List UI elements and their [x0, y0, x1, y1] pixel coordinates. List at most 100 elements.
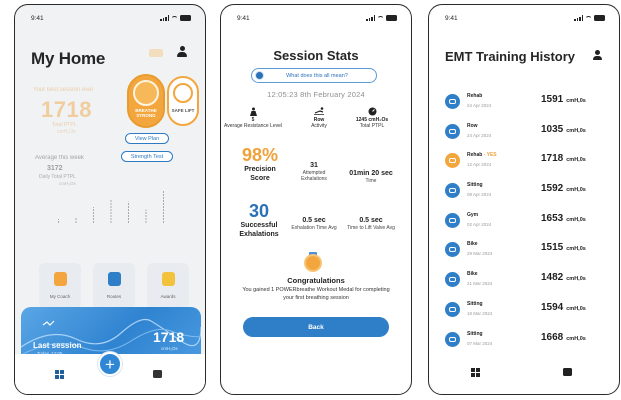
last-session-label: Last session — [33, 341, 82, 350]
shortcut-tiles: My Coach Routes Awards — [39, 263, 189, 309]
session-date: 08 Apr 2024 — [467, 192, 492, 198]
attempted-label: Attempted Exhalations — [301, 170, 327, 182]
time-stat: 01min 20 sec Time — [343, 169, 399, 184]
average-unit: cmH₂Os — [59, 181, 76, 186]
tile-label: My Coach — [49, 294, 71, 299]
session-date: 18 Mar 2024 — [467, 310, 493, 316]
history-row[interactable]: Bike 29 Mar 2024 1515 cmH,0s — [445, 238, 605, 268]
safe-lift-medal[interactable]: SAFE LIFT — [167, 76, 199, 126]
history-row[interactable]: Row 24 Apr 2024 1035 cmH,0s — [445, 120, 605, 150]
session-value: 1594 cmH,0s — [541, 301, 586, 313]
activity-name: Row — [467, 122, 478, 129]
history-row[interactable]: Rehab 24 Apr 2024 1591 cmH,0s — [445, 90, 605, 120]
bottom-nav — [429, 358, 619, 394]
average-label: Average this week — [35, 155, 84, 161]
bottom-nav: + — [15, 352, 205, 394]
successful-value: 30 — [248, 201, 270, 221]
exhalation-time-label: Exhalation Time Avg — [291, 225, 337, 231]
history-row[interactable]: Sitting 08 Apr 2024 1592 cmH,0s — [445, 179, 605, 209]
time-value: 01min 20 sec — [349, 170, 393, 177]
view-plan-button[interactable]: View Plan — [125, 133, 169, 144]
activity-name: Sitting — [467, 300, 483, 307]
session-value: 1668 cmH,0s — [541, 331, 586, 343]
shop-icon[interactable] — [563, 368, 572, 376]
resistance-metric: 5 Average Resistance Level — [223, 106, 283, 129]
tile-awards[interactable]: Awards — [147, 263, 189, 309]
exhalation-time-value: 0.5 sec — [302, 217, 326, 224]
back-button[interactable]: Back — [243, 317, 389, 337]
battery-icon — [386, 15, 397, 21]
history-row[interactable]: Sitting 18 Mar 2024 1594 cmH,0s — [445, 298, 605, 328]
activity-name: Sitting — [467, 330, 483, 337]
info-icon — [255, 71, 264, 80]
session-value: 1592 cmH,0s — [541, 183, 586, 195]
session-value: 1591 cmH,0s — [541, 94, 586, 105]
page-title: Session Stats — [273, 48, 359, 63]
shop-icon[interactable] — [153, 370, 162, 378]
lift-time-stat: 0.5 sec Time to Lift Valve Avg — [343, 216, 399, 231]
lift-time-label: Time to Lift Valve Avg — [347, 225, 395, 231]
best-session-sub: Total PTPL — [52, 122, 77, 128]
activity-name: Sitting — [467, 182, 483, 189]
profile-icon[interactable] — [593, 50, 602, 60]
gauge-icon — [339, 106, 405, 116]
precision-label: Score — [250, 175, 270, 182]
profile-icon[interactable] — [177, 46, 187, 57]
tile-my-coach[interactable]: My Coach — [39, 263, 81, 309]
home-grid-icon[interactable] — [55, 370, 64, 379]
home-screen: 9:41 My Home Your best session ever 1718… — [14, 4, 206, 395]
last-session-unit: cmH₂Os — [161, 346, 178, 351]
page-title: EMT Training History — [445, 49, 576, 64]
session-date: 29 Mar 2024 — [467, 251, 493, 257]
strength-test-button[interactable]: Strength Test — [121, 151, 173, 162]
activity-name: Rehab — [467, 93, 483, 99]
precision-label: Precision — [244, 166, 276, 173]
attempted-value: 31 — [310, 162, 318, 169]
session-value: 1035 cmH,0s — [541, 123, 586, 135]
status-time: 9:41 — [31, 14, 44, 22]
activity-name: Rehab - YES — [467, 152, 497, 159]
session-datetime: 12:05:23 8th February 2024 — [267, 90, 365, 99]
average-value: 3172 — [47, 165, 63, 172]
session-value: 1718 cmH,0s — [541, 153, 586, 165]
average-sub: Daily Total PTPL — [39, 174, 76, 180]
history-row[interactable]: Gym 02 Apr 2024 1653 cmH,0s — [445, 209, 605, 239]
lift-time-value: 0.5 sec — [359, 217, 383, 224]
routes-icon — [107, 272, 121, 286]
battery-icon — [180, 15, 191, 21]
session-date: 07 Mar 2024 — [467, 340, 493, 346]
session-date: 12 Apr 2024 — [467, 162, 492, 168]
precision-value: 98% — [241, 145, 279, 165]
help-link[interactable]: What does this all mean? — [251, 68, 377, 83]
history-row[interactable]: Rehab - YES 12 Apr 2024 1718 cmH,0s — [445, 149, 605, 179]
session-value: 1653 cmH,0s — [541, 212, 586, 224]
help-link-label: What does this all mean? — [286, 72, 348, 79]
history-row[interactable]: Bike 21 Mar 2024 1482 cmH,0s — [445, 268, 605, 298]
status-time: 9:41 — [237, 14, 250, 22]
training-history-screen: 9:41 EMT Training History Rehab 24 Apr 2… — [428, 4, 620, 395]
successful-exhalations: 30 Successful Exhalations — [231, 201, 287, 239]
activity-name: Bike — [467, 241, 478, 248]
history-row[interactable]: Sitting 07 Mar 2024 1668 cmH,0s — [445, 328, 605, 358]
status-bar: 9:41 — [445, 13, 605, 23]
page-title: My Home — [31, 49, 106, 68]
medal-icon — [133, 80, 159, 106]
ptpl-metric: 1245 cmH₂Os Total PTPL — [339, 106, 405, 129]
congrats-message: You gained 1 POWERbreathe Workout Medal … — [242, 287, 390, 301]
medal-icon — [303, 252, 323, 274]
breathe-strong-medal[interactable]: BREATHE STRONG — [127, 74, 165, 128]
chair-icon — [445, 183, 460, 199]
add-session-button[interactable]: + — [98, 352, 122, 376]
weekly-mini-chart — [58, 191, 164, 223]
bike-icon — [445, 242, 460, 258]
notification-icon[interactable] — [149, 49, 163, 57]
home-grid-icon[interactable] — [471, 368, 480, 377]
successful-label: Exhalations — [239, 231, 279, 238]
session-date: 24 Apr 2024 — [467, 103, 492, 108]
exhalation-time-stat: 0.5 sec Exhalation Time Avg — [289, 216, 339, 231]
session-value: 1482 cmH,0s — [541, 272, 586, 284]
tile-routes[interactable]: Routes — [93, 263, 135, 309]
status-time: 9:41 — [445, 14, 458, 22]
best-session-label: Your best session ever — [33, 87, 94, 93]
tile-label: Routes — [106, 294, 122, 299]
